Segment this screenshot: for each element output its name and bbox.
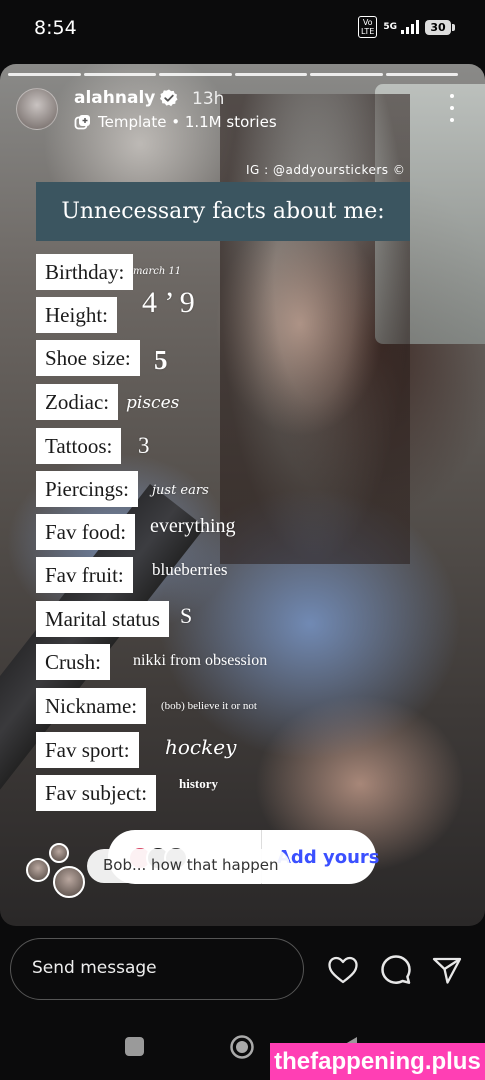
recents-icon[interactable] (125, 1037, 144, 1056)
verified-badge-icon (160, 89, 178, 107)
template-icon (74, 115, 90, 130)
status-icons: Vo LTE 5G 30 (358, 16, 455, 38)
profile-avatar[interactable] (16, 88, 58, 130)
fact-answer-piercings: just ears (152, 483, 209, 498)
fact-label-fav-food: Fav food: (36, 514, 136, 550)
reply-avatar (26, 858, 50, 882)
fact-label-crush: Crush: (36, 644, 111, 680)
story-title: Unnecessary facts about me: (36, 182, 410, 241)
fact-label-piercings: Piercings: (36, 471, 138, 507)
battery-level: 30 (425, 19, 451, 35)
template-link[interactable]: Template • 1.1M stories (98, 113, 277, 131)
sticker-credit: IG : @addyourstickers © (246, 163, 406, 177)
fact-answer-nickname: (bob) believe it or not (161, 700, 257, 712)
fact-answer-height: 4 ’ 9 (142, 286, 195, 319)
fact-label-shoe-size: Shoe size: (36, 340, 140, 376)
fact-answer-fav-food: everything (150, 515, 236, 537)
reply-avatar (53, 866, 85, 898)
username[interactable]: alahnaly (74, 88, 155, 108)
more-options-icon[interactable] (444, 94, 460, 122)
fact-label-birthday: Birthday: (36, 254, 134, 290)
reply-avatar (49, 843, 69, 863)
reply-icon[interactable] (379, 953, 413, 987)
fact-label-tattoos: Tattoos: (36, 428, 122, 464)
fact-label-marital-status: Marital status (36, 601, 169, 637)
story-progress-bar (8, 73, 458, 76)
fact-answer-crush: nikki from obsession (133, 652, 268, 669)
fact-label-zodiac: Zodiac: (36, 384, 119, 420)
reply-preview-text: Bob... how that happen (103, 856, 279, 874)
home-icon[interactable] (229, 1034, 255, 1060)
heart-icon[interactable] (327, 955, 359, 985)
fact-answer-fav-subject: history (179, 776, 218, 791)
volte-icon: Vo LTE (358, 16, 378, 38)
fact-label-nickname: Nickname: (36, 688, 147, 724)
fact-answer-shoe-size: 5 (154, 345, 168, 375)
post-time: 13h (192, 89, 225, 109)
fact-answer-birthday: march 11 (133, 266, 182, 277)
network-type: 5G (383, 22, 397, 32)
fact-label-height: Height: (36, 297, 117, 333)
status-time: 8:54 (34, 17, 77, 39)
fact-label-fav-fruit: Fav fruit: (36, 557, 133, 593)
fact-answer-zodiac: pisces (126, 393, 180, 413)
battery-icon: 30 (425, 19, 455, 35)
fact-label-fav-sport: Fav sport: (36, 732, 139, 768)
signal-icon (401, 20, 419, 34)
fact-answer-tattoos: 3 (138, 433, 150, 458)
fact-answer-fav-sport: hockey (165, 735, 237, 759)
watermark: thefappening.plus (270, 1043, 485, 1080)
add-yours-button[interactable]: Add yours (277, 847, 379, 868)
send-message-placeholder: Send message (32, 958, 157, 978)
fact-answer-fav-fruit: blueberries (152, 560, 228, 579)
share-icon[interactable] (431, 954, 463, 986)
fact-answer-marital-status: S (180, 603, 193, 628)
fact-label-fav-subject: Fav subject: (36, 775, 157, 811)
status-bar: 8:54 Vo LTE 5G 30 (0, 0, 485, 58)
